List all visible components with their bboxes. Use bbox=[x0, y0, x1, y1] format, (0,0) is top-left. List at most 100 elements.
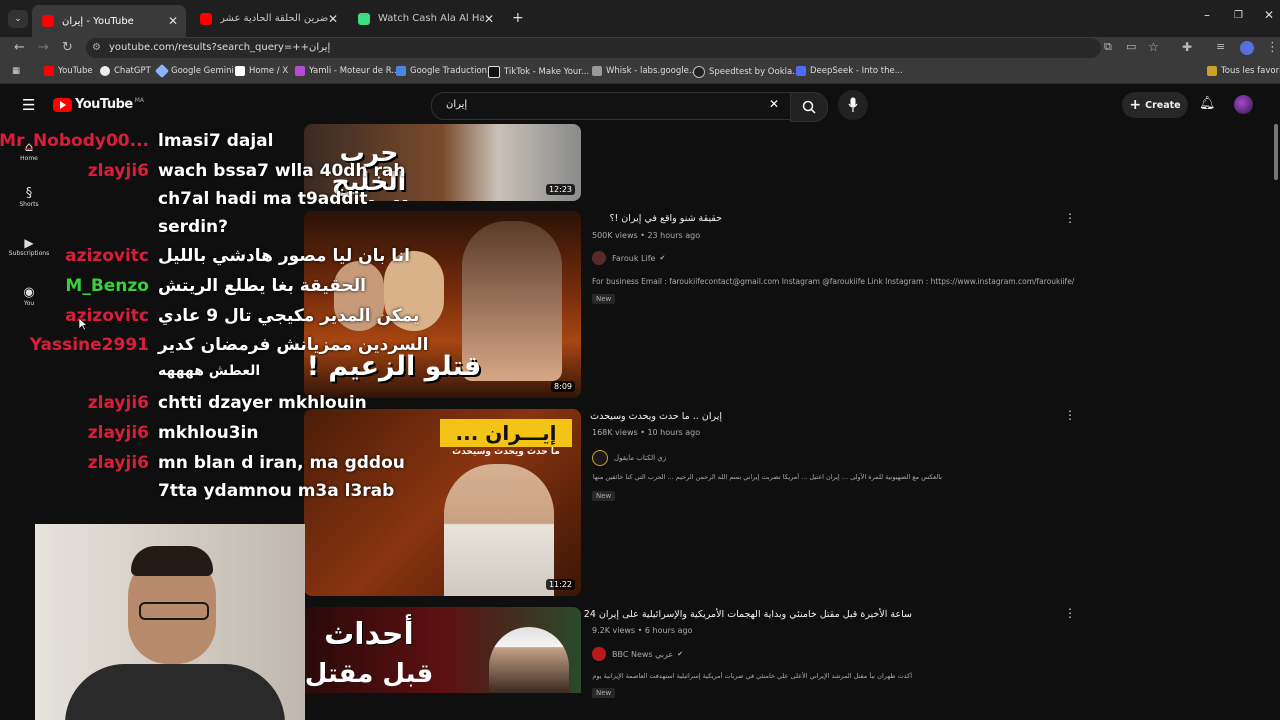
chat-message: الحقيقة بغا يطلع الريتش bbox=[158, 276, 366, 296]
bookmark-youtube[interactable]: YouTube bbox=[44, 66, 93, 76]
video-duration: 12:23 bbox=[545, 184, 575, 195]
video-description: For business Email : faroukiifecontact@g… bbox=[592, 277, 1075, 286]
tab-search-button[interactable]: ⌄ bbox=[8, 10, 28, 28]
chat-username: zlayji6 bbox=[87, 161, 149, 181]
notifications-bell-icon[interactable]: 🔔︎ bbox=[1199, 96, 1216, 111]
video-description: أكدت طهران نبأ مقتل المرشد الإيراني الأع… bbox=[592, 672, 912, 680]
video-title[interactable]: حقيقة شنو واقع في إيران !؟ bbox=[592, 213, 722, 224]
chat-message: mn blan d iran, ma gddou bbox=[158, 453, 405, 473]
back-icon[interactable]: ← bbox=[14, 40, 25, 55]
video-title[interactable]: إيران .. ما حدث ويحدث وسيحدث bbox=[590, 411, 722, 422]
verified-icon: ✔ bbox=[677, 650, 684, 658]
video-thumbnail[interactable]: قتلو الزعيم ! 8:09 bbox=[304, 211, 581, 398]
video-title[interactable]: ساعة الأخيرة قبل مقتل خامنئي وبداية الهج… bbox=[584, 609, 912, 620]
voice-search-button[interactable] bbox=[838, 90, 868, 120]
sidebar-item-subscriptions[interactable]: ▶︎ Subscriptions bbox=[0, 236, 58, 257]
chat-username: Yassine2991 bbox=[29, 335, 149, 355]
search-input[interactable]: إيران bbox=[431, 92, 793, 120]
bookmark-tiktok[interactable]: TikTok - Make Your... bbox=[488, 66, 589, 78]
new-tab-icon[interactable]: + bbox=[512, 10, 524, 26]
bookmark-chatgpt[interactable]: ChatGPT bbox=[100, 66, 151, 76]
clear-search-icon[interactable]: ✕ bbox=[769, 97, 779, 111]
verified-icon: ✔ bbox=[659, 254, 666, 262]
channel-name[interactable]: Farouk Life ✔ bbox=[592, 251, 665, 265]
bookmark-gemini[interactable]: Google Gemini bbox=[154, 63, 234, 79]
chat-message: يمكن المدير مكيجي تال 9 عادي bbox=[158, 306, 420, 326]
restore-icon[interactable]: ❐ bbox=[1234, 10, 1243, 21]
webcam-overlay bbox=[35, 524, 305, 720]
account-avatar[interactable] bbox=[1234, 95, 1253, 114]
video-thumbnail[interactable]: إيـــران ... ما حدث ويحدث وسيحدث 11:22 bbox=[304, 409, 581, 596]
video-options-icon[interactable]: ⋮ bbox=[1064, 606, 1076, 620]
cast-icon[interactable]: ▭ bbox=[1126, 40, 1136, 53]
reload-icon[interactable]: ↻ bbox=[62, 40, 73, 55]
site-info-icon[interactable]: ⚙ bbox=[92, 42, 101, 53]
bookmark-google-traduction[interactable]: Google Traduction bbox=[396, 66, 487, 76]
plus-icon: + bbox=[1129, 97, 1142, 113]
tab-youtube[interactable]: YouTube - إيران ✕ bbox=[32, 5, 186, 37]
chat-message: انا بان ليا مصور هادشي بالليل bbox=[158, 246, 410, 266]
subscriptions-icon: ▶︎ bbox=[24, 236, 34, 250]
video-thumbnail[interactable]: أحداث قبل مقتل bbox=[304, 607, 581, 693]
extensions-icon[interactable]: ✚ bbox=[1182, 40, 1192, 54]
create-button[interactable]: + Create bbox=[1122, 92, 1188, 118]
close-tab-icon[interactable]: ✕ bbox=[328, 12, 338, 26]
chat-message: ch7al hadi ma t9addit bbox=[158, 189, 368, 209]
new-badge: New bbox=[592, 294, 616, 304]
search-button[interactable] bbox=[790, 92, 828, 122]
bookmark-yamli[interactable]: Yamli - Moteur de R... bbox=[295, 66, 399, 76]
menu-dots-icon[interactable]: ⋮ bbox=[1266, 40, 1279, 55]
chat-message: chtti dzayer mkhlouin bbox=[158, 393, 367, 413]
bookmark-whisk[interactable]: Whisk - labs.google... bbox=[592, 66, 697, 76]
chat-message: lmasi7 dajal bbox=[158, 131, 274, 151]
chat-message: 7tta ydamnou m3a l3rab bbox=[158, 481, 395, 501]
thumbnail-person bbox=[444, 464, 554, 596]
channel-avatar bbox=[592, 647, 606, 661]
sidebar-item-shorts[interactable]: § Shorts bbox=[0, 186, 58, 208]
search-icon bbox=[802, 100, 816, 114]
streamer-hair bbox=[131, 546, 213, 576]
bookmark-x[interactable]: Home / X bbox=[235, 66, 288, 76]
tab-watch-cash[interactable]: Watch Cash Ala Al Hawaa - Sea ✕ bbox=[348, 6, 502, 31]
close-window-icon[interactable]: ✕ bbox=[1264, 8, 1274, 22]
chat-message: wach bssa7 wlla 40dh rah bbox=[158, 161, 406, 181]
minimize-icon[interactable]: – bbox=[1204, 8, 1210, 22]
video-duration: 11:22 bbox=[545, 579, 575, 590]
translate-icon[interactable]: ⧉ bbox=[1104, 40, 1112, 54]
chat-username: zlayji6 bbox=[87, 453, 149, 473]
youtube-favicon-icon bbox=[200, 12, 212, 25]
profile-avatar[interactable] bbox=[1240, 41, 1254, 55]
chat-message: السردين ممزيانش فرمضان كدير bbox=[158, 335, 429, 355]
scrollbar-thumb[interactable] bbox=[1274, 124, 1278, 180]
chat-username: zlayji6 bbox=[87, 393, 149, 413]
bookmark-speedtest[interactable]: Speedtest by Ookla... bbox=[693, 66, 800, 78]
chat-username: Mr_Nobody00... bbox=[0, 131, 149, 151]
address-bar[interactable]: ⚙ youtube.com/results?search_query=++إيرا… bbox=[86, 38, 1101, 58]
chat-message: العطش ههههه bbox=[158, 363, 261, 379]
shorts-icon: § bbox=[25, 186, 33, 201]
video-options-icon[interactable]: ⋮ bbox=[1064, 211, 1076, 225]
hamburger-menu-icon[interactable]: ☰ bbox=[22, 96, 35, 114]
bookmark-deepseek[interactable]: DeepSeek - Into the... bbox=[796, 66, 903, 76]
chat-username: azizovitc bbox=[65, 306, 149, 326]
site-favicon-icon bbox=[358, 12, 370, 25]
forward-icon[interactable]: → bbox=[38, 40, 49, 55]
all-bookmarks[interactable]: Tous les favoris bbox=[1207, 66, 1280, 76]
close-tab-icon[interactable]: ✕ bbox=[168, 14, 178, 28]
chat-username: azizovitc bbox=[65, 246, 149, 266]
video-options-icon[interactable]: ⋮ bbox=[1064, 408, 1076, 422]
channel-name[interactable]: BBC News عربي ✔ bbox=[592, 647, 683, 661]
thumbnail-person bbox=[489, 627, 569, 693]
youtube-logo[interactable]: YouTube MA bbox=[53, 97, 144, 112]
sidebar-item-you[interactable]: ◉ You bbox=[0, 285, 58, 307]
bookmark-star-icon[interactable]: ☆ bbox=[1148, 40, 1159, 54]
tab-video-2[interactable]: مزالل حاضرين الحلقة الحادية عشر ✕ bbox=[190, 6, 346, 31]
channel-name[interactable]: زي الكتاب مايقول bbox=[592, 450, 666, 466]
apps-icon[interactable]: ▦ bbox=[12, 66, 20, 76]
media-control-icon[interactable]: ≡ bbox=[1216, 40, 1225, 53]
mouse-cursor-icon bbox=[79, 318, 88, 331]
new-badge: New bbox=[592, 491, 616, 501]
video-meta: 500K views • 23 hours ago bbox=[592, 231, 701, 240]
close-tab-icon[interactable]: ✕ bbox=[484, 12, 494, 26]
video-duration: 8:09 bbox=[551, 381, 575, 392]
